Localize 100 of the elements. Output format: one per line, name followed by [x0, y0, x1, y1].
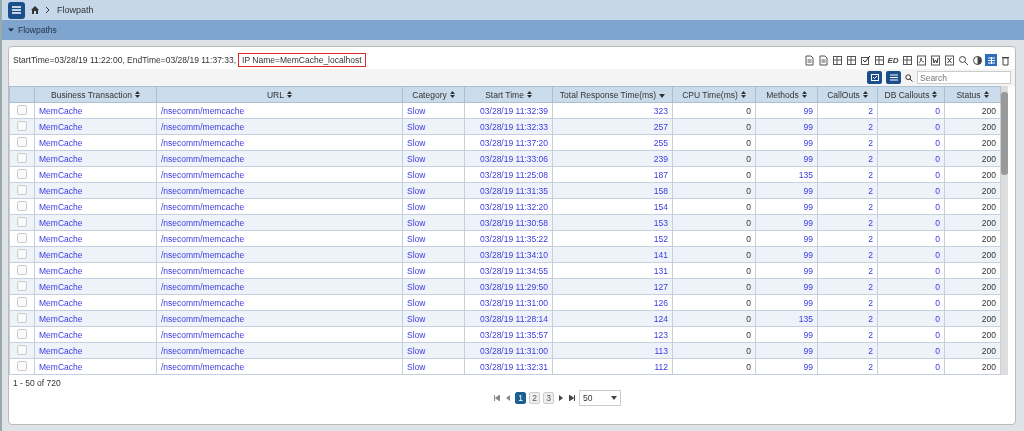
cell-link[interactable]: 03/28/19 11:31:00 — [464, 294, 553, 311]
row-checkbox[interactable] — [17, 312, 27, 323]
column-header[interactable]: DB Callouts — [877, 86, 945, 103]
cell-link[interactable]: 257 — [552, 118, 673, 135]
first-page-button[interactable] — [493, 393, 501, 403]
document-icon[interactable] — [803, 54, 815, 66]
cell-link[interactable]: 126 — [552, 294, 673, 311]
cell-link[interactable]: MemCache — [34, 262, 157, 279]
cell-link[interactable]: 2 — [817, 118, 878, 135]
cell-link[interactable]: Slow — [402, 262, 465, 279]
cell-link[interactable]: Slow — [402, 134, 465, 151]
trash-icon[interactable] — [999, 54, 1011, 66]
cell-link[interactable]: 03/28/19 11:33:06 — [464, 150, 553, 167]
row-checkbox[interactable] — [17, 360, 27, 371]
row-checkbox[interactable] — [17, 296, 27, 307]
home-icon[interactable] — [31, 6, 39, 14]
cell-link[interactable]: 03/28/19 11:31:35 — [464, 182, 553, 199]
cell-link[interactable]: 03/28/19 11:37:20 — [464, 134, 553, 151]
cell-link[interactable]: /nsecomm/memcache — [156, 278, 403, 295]
cell-link[interactable]: 03/28/19 11:34:55 — [464, 262, 553, 279]
cell-link[interactable]: 0 — [877, 246, 945, 263]
cell-link[interactable]: MemCache — [34, 310, 157, 327]
cell-link[interactable]: 0 — [877, 294, 945, 311]
row-checkbox[interactable] — [17, 120, 27, 131]
cell-link[interactable]: 0 — [877, 150, 945, 167]
cell-link[interactable]: 99 — [755, 134, 818, 151]
cell-link[interactable]: /nsecomm/memcache — [156, 262, 403, 279]
cell-link[interactable]: MemCache — [34, 358, 157, 375]
row-checkbox[interactable] — [17, 184, 27, 195]
cell-link[interactable]: 158 — [552, 182, 673, 199]
column-header[interactable]: Total Response Time(ms) — [552, 86, 673, 103]
cell-link[interactable]: 03/28/19 11:25:08 — [464, 166, 553, 183]
menu-button[interactable] — [8, 1, 25, 19]
cell-link[interactable]: 2 — [817, 294, 878, 311]
column-header[interactable]: Methods — [755, 86, 818, 103]
cell-link[interactable]: 131 — [552, 262, 673, 279]
cell-link[interactable]: 0 — [877, 198, 945, 215]
cell-link[interactable]: MemCache — [34, 230, 157, 247]
page-size-dropdown[interactable]: 50 — [579, 390, 621, 406]
last-page-button[interactable] — [568, 393, 576, 403]
cell-link[interactable]: /nsecomm/memcache — [156, 230, 403, 247]
cell-link[interactable]: /nsecomm/memcache — [156, 150, 403, 167]
cell-link[interactable]: Slow — [402, 118, 465, 135]
cell-link[interactable]: 99 — [755, 262, 818, 279]
cell-link[interactable]: 2 — [817, 166, 878, 183]
cell-link[interactable]: Slow — [402, 358, 465, 375]
cell-link[interactable]: 2 — [817, 342, 878, 359]
zoom-icon[interactable] — [957, 54, 969, 66]
cell-link[interactable]: 2 — [817, 278, 878, 295]
cell-link[interactable]: MemCache — [34, 294, 157, 311]
cell-link[interactable]: 99 — [755, 342, 818, 359]
row-checkbox[interactable] — [17, 136, 27, 147]
cell-link[interactable]: 135 — [755, 310, 818, 327]
table-icon[interactable] — [845, 54, 857, 66]
column-header[interactable]: CPU Time(ms) — [672, 86, 756, 103]
cell-link[interactable]: 154 — [552, 198, 673, 215]
cell-link[interactable]: 03/28/19 11:28:14 — [464, 310, 553, 327]
cell-link[interactable]: 2 — [817, 102, 878, 119]
cell-link[interactable]: Slow — [402, 310, 465, 327]
cell-link[interactable]: 0 — [877, 310, 945, 327]
page-button[interactable]: 3 — [543, 392, 554, 404]
cell-link[interactable]: 99 — [755, 150, 818, 167]
pdf-icon[interactable] — [915, 54, 927, 66]
cell-link[interactable]: Slow — [402, 326, 465, 343]
cell-link[interactable]: 0 — [877, 278, 945, 295]
cell-link[interactable]: 99 — [755, 326, 818, 343]
cell-link[interactable]: /nsecomm/memcache — [156, 166, 403, 183]
cell-link[interactable]: /nsecomm/memcache — [156, 326, 403, 343]
cell-link[interactable]: /nsecomm/memcache — [156, 342, 403, 359]
cell-link[interactable]: 2 — [817, 262, 878, 279]
cell-link[interactable]: MemCache — [34, 134, 157, 151]
row-checkbox[interactable] — [17, 104, 27, 115]
column-header[interactable]: Start Time — [464, 86, 553, 103]
column-header[interactable]: Category — [402, 86, 465, 103]
cell-link[interactable]: MemCache — [34, 246, 157, 263]
cell-link[interactable]: 03/28/19 11:31:00 — [464, 342, 553, 359]
cell-link[interactable]: 152 — [552, 230, 673, 247]
cell-link[interactable]: MemCache — [34, 326, 157, 343]
contrast-icon[interactable] — [971, 54, 983, 66]
cell-link[interactable]: 03/28/19 11:34:10 — [464, 246, 553, 263]
row-checkbox[interactable] — [17, 168, 27, 179]
checklist-icon[interactable] — [859, 54, 871, 66]
cell-link[interactable]: 2 — [817, 358, 878, 375]
cell-link[interactable]: Slow — [402, 246, 465, 263]
cell-link[interactable]: 0 — [877, 326, 945, 343]
page-button[interactable]: 2 — [529, 392, 540, 404]
cell-link[interactable]: 99 — [755, 294, 818, 311]
cell-link[interactable]: 2 — [817, 310, 878, 327]
column-header[interactable]: Status — [944, 86, 1001, 103]
table-icon[interactable] — [901, 54, 913, 66]
cell-link[interactable]: 0 — [877, 118, 945, 135]
column-header[interactable]: URL — [156, 86, 403, 103]
cell-link[interactable]: /nsecomm/memcache — [156, 214, 403, 231]
cell-link[interactable]: /nsecomm/memcache — [156, 294, 403, 311]
cell-link[interactable]: 153 — [552, 214, 673, 231]
document-icon[interactable] — [817, 54, 829, 66]
cell-link[interactable]: 135 — [755, 166, 818, 183]
row-checkbox[interactable] — [17, 232, 27, 243]
row-checkbox[interactable] — [17, 200, 27, 211]
cell-link[interactable]: 03/28/19 11:32:31 — [464, 358, 553, 375]
